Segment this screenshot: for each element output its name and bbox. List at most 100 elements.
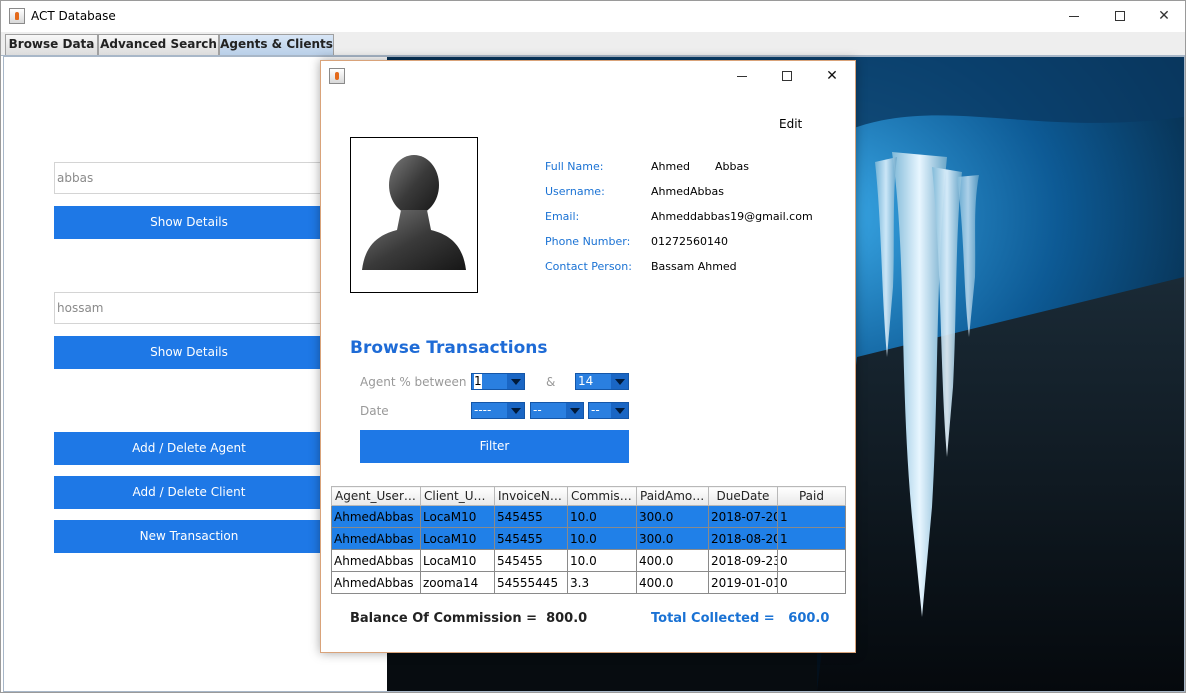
minimize-button[interactable] xyxy=(1051,1,1097,31)
total-collected-value: 600.0 xyxy=(788,611,830,626)
table-cell: 1 xyxy=(777,505,846,528)
tab-advanced-search[interactable]: Advanced Search xyxy=(98,34,219,55)
java-app-icon xyxy=(9,8,25,24)
table-cell: AhmedAbbas xyxy=(331,549,421,572)
email-label: Email: xyxy=(545,210,580,223)
close-icon: ✕ xyxy=(1158,8,1170,24)
filter-button[interactable]: Filter xyxy=(360,430,629,463)
table-cell: 545455 xyxy=(494,549,568,572)
user-silhouette-icon xyxy=(362,155,466,270)
column-header[interactable]: Agent_UserN... xyxy=(331,486,421,506)
month-value: -- xyxy=(533,403,542,417)
chevron-down-icon xyxy=(507,374,524,389)
maximize-button[interactable] xyxy=(1097,1,1143,31)
table-row[interactable]: AhmedAbbas zooma14 54555445 3.3 400.0 20… xyxy=(331,571,846,594)
dialog-maximize-button[interactable] xyxy=(764,61,810,91)
tab-bar: Browse Data Advanced Search Agents & Cli… xyxy=(1,32,1185,56)
client-search-input[interactable]: hossam xyxy=(54,292,324,324)
dialog-close-button[interactable]: ✕ xyxy=(809,61,855,91)
table-cell: 2019-01-01 xyxy=(708,571,778,594)
column-header[interactable]: DueDate xyxy=(708,486,778,506)
table-cell: LocaM10 xyxy=(420,549,495,572)
table-cell: 2018-09-23 xyxy=(708,549,778,572)
month-select[interactable]: -- xyxy=(530,402,584,419)
phone-label: Phone Number: xyxy=(545,235,631,248)
add-delete-agent-button[interactable]: Add / Delete Agent xyxy=(54,432,324,465)
table-cell: 545455 xyxy=(494,505,568,528)
day-select[interactable]: -- xyxy=(588,402,629,419)
chevron-down-icon xyxy=(566,403,583,418)
email-value: Ahmeddabbas19@gmail.com xyxy=(651,210,813,223)
close-icon: ✕ xyxy=(826,68,838,84)
table-cell: 54555445 xyxy=(494,571,568,594)
table-cell: 2018-07-20 xyxy=(708,505,778,528)
and-label: & xyxy=(546,375,556,389)
column-header[interactable]: Client_Use... xyxy=(420,486,495,506)
percent-to-value: 14 xyxy=(578,374,594,388)
contact-person-value: Bassam Ahmed xyxy=(651,260,737,273)
table-cell: 10.0 xyxy=(567,549,637,572)
table-cell: 10.0 xyxy=(567,527,637,550)
window-title: ACT Database xyxy=(31,9,116,23)
client-show-details-button[interactable]: Show Details xyxy=(54,336,324,369)
agent-show-details-button[interactable]: Show Details xyxy=(54,206,324,239)
java-app-icon xyxy=(329,68,345,84)
column-header[interactable]: InvoiceNu... xyxy=(494,486,568,506)
day-value: -- xyxy=(591,403,600,417)
table-cell: AhmedAbbas xyxy=(331,527,421,550)
maximize-icon xyxy=(782,71,792,81)
table-cell: 1 xyxy=(777,527,846,550)
column-header[interactable]: Paid xyxy=(777,486,846,506)
edit-menu[interactable]: Edit xyxy=(779,117,802,131)
close-button[interactable]: ✕ xyxy=(1141,1,1185,31)
table-cell: 0 xyxy=(777,571,846,594)
table-cell: 300.0 xyxy=(636,505,709,528)
agent-percent-label: Agent % between xyxy=(360,375,467,389)
balance-commission-value: 800.0 xyxy=(546,611,588,626)
new-transaction-button[interactable]: New Transaction xyxy=(54,520,324,553)
add-delete-client-button[interactable]: Add / Delete Client xyxy=(54,476,324,509)
agent-search-input[interactable]: abbas xyxy=(54,162,324,194)
table-row[interactable]: AhmedAbbas LocaM10 545455 10.0 300.0 201… xyxy=(331,527,846,550)
table-cell: AhmedAbbas xyxy=(331,571,421,594)
percent-from-select[interactable]: 1 xyxy=(471,373,525,390)
table-row[interactable]: AhmedAbbas LocaM10 545455 10.0 300.0 201… xyxy=(331,505,846,528)
agent-details-dialog: ✕ Edit Full Name: Ahmed Abbas Username: … xyxy=(320,60,856,653)
browse-transactions-heading: Browse Transactions xyxy=(350,338,548,358)
year-value: ---- xyxy=(474,403,492,417)
dialog-minimize-button[interactable] xyxy=(719,61,765,91)
balance-commission-label: Balance Of Commission = xyxy=(350,611,538,626)
table-cell: 300.0 xyxy=(636,527,709,550)
table-cell: LocaM10 xyxy=(420,527,495,550)
username-label: Username: xyxy=(545,185,605,198)
chevron-down-icon xyxy=(611,403,628,418)
table-cell: 400.0 xyxy=(636,571,709,594)
maximize-icon xyxy=(1115,11,1125,21)
table-cell: AhmedAbbas xyxy=(331,505,421,528)
table-cell: 3.3 xyxy=(567,571,637,594)
transactions-table: Agent_UserN... Client_Use... InvoiceNu..… xyxy=(331,486,846,594)
date-label: Date xyxy=(360,404,389,418)
contact-person-label: Contact Person: xyxy=(545,260,632,273)
table-cell: 400.0 xyxy=(636,549,709,572)
tab-browse-data[interactable]: Browse Data xyxy=(5,34,98,55)
table-cell: 2018-08-20 xyxy=(708,527,778,550)
first-name-value: Ahmed xyxy=(651,160,690,173)
table-cell: 0 xyxy=(777,549,846,572)
table-cell: zooma14 xyxy=(420,571,495,594)
phone-value: 01272560140 xyxy=(651,235,728,248)
tab-agents-clients[interactable]: Agents & Clients xyxy=(219,34,334,55)
column-header[interactable]: Commissi... xyxy=(567,486,637,506)
avatar xyxy=(350,137,478,293)
total-collected: Total Collected = 600.0 xyxy=(651,611,829,626)
year-select[interactable]: ---- xyxy=(471,402,525,419)
username-value: AhmedAbbas xyxy=(651,185,724,198)
percent-to-select[interactable]: 14 xyxy=(575,373,629,390)
title-bar: ACT Database ✕ xyxy=(1,1,1185,31)
total-collected-label: Total Collected = xyxy=(651,611,775,626)
last-name-value: Abbas xyxy=(715,160,749,173)
table-row[interactable]: AhmedAbbas LocaM10 545455 10.0 400.0 201… xyxy=(331,549,846,572)
column-header[interactable]: PaidAmount xyxy=(636,486,709,506)
table-cell: 10.0 xyxy=(567,505,637,528)
balance-commission: Balance Of Commission = 800.0 xyxy=(350,611,587,626)
